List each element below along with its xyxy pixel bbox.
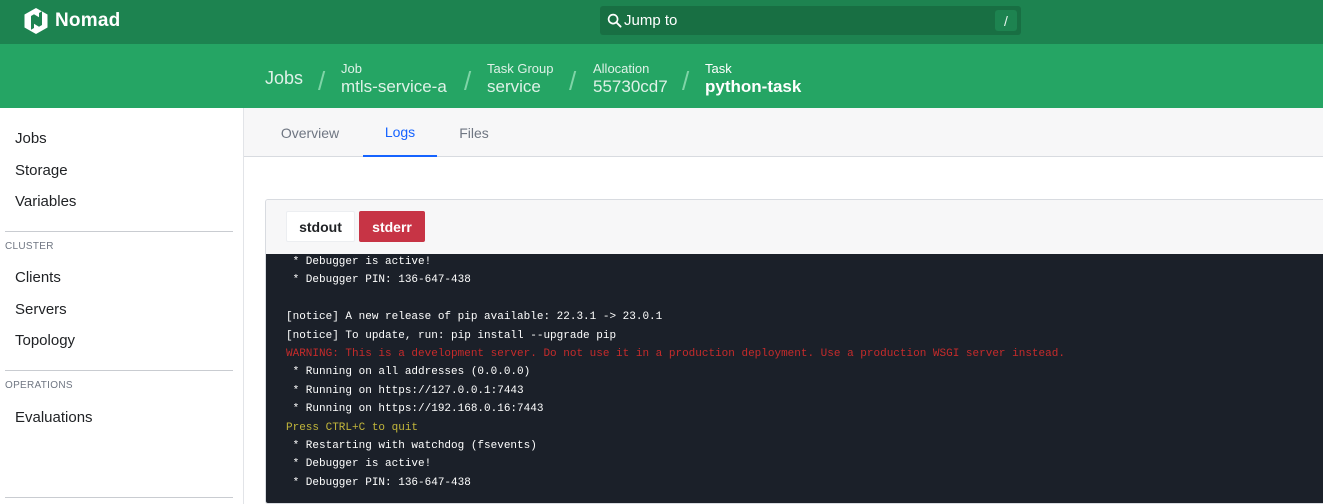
tab-overview[interactable]: Overview <box>266 108 354 157</box>
log-stream-toggle: stdout stderr <box>266 200 1323 254</box>
breadcrumb-separator: / <box>569 66 577 96</box>
nomad-logo[interactable]: Nomad <box>24 8 120 34</box>
sidebar-item-variables[interactable]: Variables <box>15 193 76 210</box>
log-line: * Running on https://127.0.0.1:7443 <box>286 384 524 397</box>
search-icon <box>607 13 622 28</box>
log-line: * Debugger PIN: 136-647-438 <box>286 476 471 489</box>
sidebar: Jobs Storage Variables CLUSTER Clients S… <box>0 108 244 504</box>
main-content: Overview Logs Files stdout stderr * Debu… <box>244 108 1323 504</box>
log-line: * Running on all addresses (0.0.0.0) <box>286 366 531 379</box>
breadcrumb-allocation-label: Allocation <box>593 61 650 76</box>
log-line: * Debugger PIN: 136-647-438 <box>286 274 471 287</box>
breadcrumb: Jobs / Job mtls-service-a / Task Group s… <box>0 44 1323 108</box>
jump-to-search[interactable]: Jump to / <box>600 6 1021 35</box>
log-line: WARNING: This is a development server. D… <box>286 348 1065 360</box>
sidebar-divider <box>5 231 233 232</box>
nomad-logo-icon <box>24 8 48 34</box>
search-shortcut-key: / <box>995 10 1017 31</box>
sidebar-item-jobs[interactable]: Jobs <box>15 130 47 147</box>
sidebar-item-clients[interactable]: Clients <box>15 269 61 286</box>
breadcrumb-separator: / <box>318 66 326 96</box>
breadcrumb-task-label: Task <box>705 61 732 76</box>
log-line: * Debugger is active! <box>286 256 432 268</box>
stdout-button[interactable]: stdout <box>286 211 355 242</box>
log-line: [notice] To update, run: pip install --u… <box>286 329 617 342</box>
log-line: [notice] A new release of pip available:… <box>286 311 663 324</box>
log-line: * Running on https://192.168.0.16:7443 <box>286 403 544 416</box>
stderr-button[interactable]: stderr <box>359 211 425 242</box>
log-line: Press CTRL+C to quit <box>286 421 419 434</box>
breadcrumb-task-value: python-task <box>705 77 802 96</box>
sidebar-item-evaluations[interactable]: Evaluations <box>15 409 93 426</box>
tab-logs[interactable]: Logs <box>363 108 437 157</box>
task-tabs: Overview Logs Files <box>244 108 1323 157</box>
sidebar-item-servers[interactable]: Servers <box>15 301 67 318</box>
tab-files[interactable]: Files <box>445 108 503 157</box>
breadcrumb-separator: / <box>682 66 690 96</box>
log-panel: stdout stderr * Debugger is active! * De… <box>265 199 1323 504</box>
sidebar-item-topology[interactable]: Topology <box>15 332 75 349</box>
sidebar-section-cluster: CLUSTER <box>5 241 54 252</box>
breadcrumb-separator: / <box>464 66 472 96</box>
log-output[interactable]: * Debugger is active! * Debugger PIN: 13… <box>266 254 1323 503</box>
sidebar-item-storage[interactable]: Storage <box>15 162 68 179</box>
breadcrumb-task-group-label: Task Group <box>487 61 554 76</box>
top-navbar: Nomad Jump to / <box>0 0 1323 44</box>
breadcrumb-jobs[interactable]: Jobs <box>265 68 303 89</box>
sidebar-divider <box>5 497 233 498</box>
breadcrumb-allocation-value: 55730cd7 <box>593 77 668 96</box>
sidebar-divider <box>5 370 233 371</box>
search-placeholder: Jump to <box>624 12 678 29</box>
sidebar-section-operations: OPERATIONS <box>5 380 73 391</box>
breadcrumb-job-label: Job <box>341 61 362 76</box>
log-line: * Debugger is active! <box>286 458 432 471</box>
breadcrumb-job-value: mtls-service-a <box>341 77 447 96</box>
breadcrumb-task-group-value: service <box>487 77 541 96</box>
log-line: * Restarting with watchdog (fsevents) <box>286 440 537 452</box>
app-name: Nomad <box>55 10 121 31</box>
